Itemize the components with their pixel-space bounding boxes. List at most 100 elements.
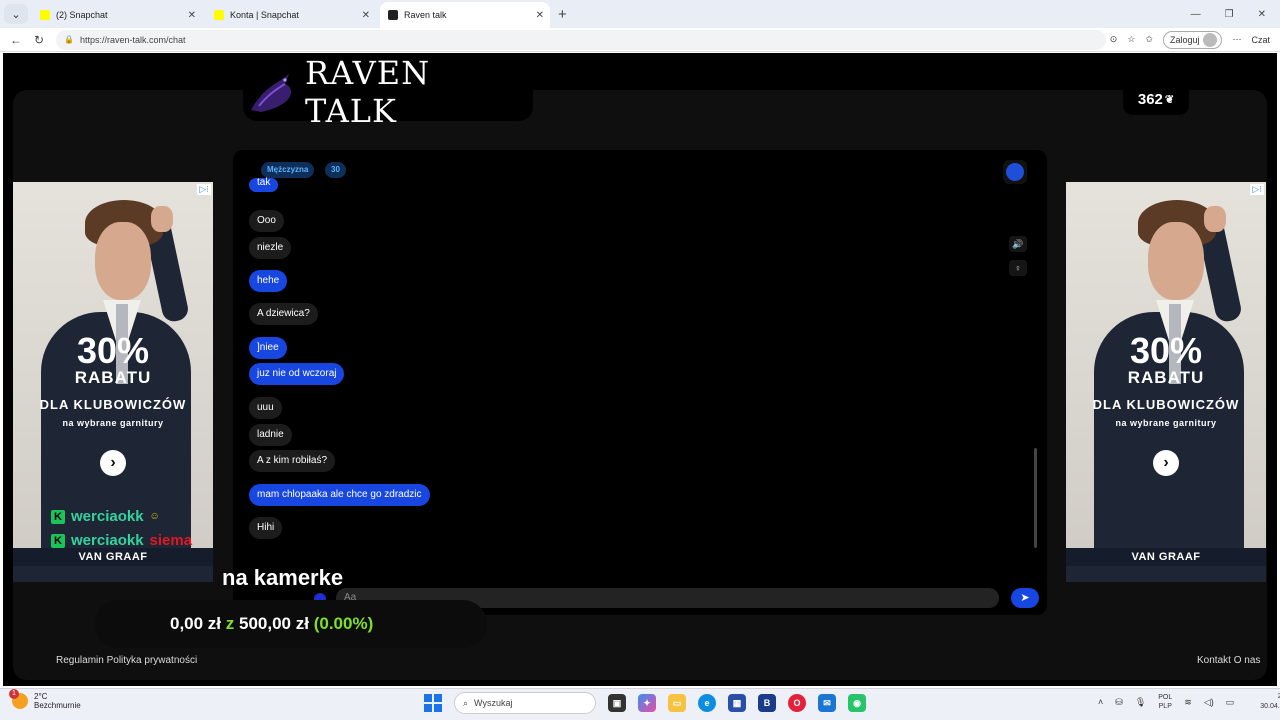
ad-model-face xyxy=(1148,222,1204,300)
close-tab-icon[interactable]: ✕ xyxy=(362,10,370,21)
close-tab-icon[interactable]: ✕ xyxy=(536,10,544,21)
browser-tab-strip: ⌄ (2) Snapchat ✕ Konta | Snapchat ✕ Rave… xyxy=(0,0,1280,28)
online-counter: 362 ❦ xyxy=(1123,83,1189,115)
ad-wybrane: na wybrane garnitury xyxy=(62,418,164,428)
copilot-button[interactable]: Czat xyxy=(1251,35,1270,45)
message-bubble: ]niee xyxy=(249,337,287,359)
reader-icon[interactable]: ⊙ xyxy=(1110,34,1118,45)
more-icon[interactable]: ⋯ xyxy=(1232,34,1241,45)
ad-klub: DLA KLUBOWICZÓW xyxy=(39,397,187,412)
taskbar-search[interactable]: ⌕ Wyszukaj xyxy=(454,692,596,714)
footer-link-privacy[interactable]: Polityka prywatności xyxy=(107,655,198,666)
app-b-icon[interactable]: B xyxy=(758,694,776,712)
weather-desc: Bezchmurnie xyxy=(34,701,81,710)
donation-alert: K werciaokk siema xyxy=(51,532,192,549)
maximize-icon[interactable]: ❐ xyxy=(1225,9,1234,20)
star-icon[interactable]: ☆ xyxy=(1127,34,1135,45)
send-button[interactable]: ➤ xyxy=(1011,588,1039,608)
footer-link-kontakt[interactable]: Kontakt xyxy=(1197,655,1231,666)
file-explorer-icon[interactable]: ▭ xyxy=(668,694,686,712)
raven-icon xyxy=(388,10,398,20)
message-bubble: niezle xyxy=(249,237,292,259)
close-window-icon[interactable]: ✕ xyxy=(1258,9,1266,20)
language-indicator[interactable]: POL PLP xyxy=(1158,693,1172,711)
snapchat-icon xyxy=(214,10,224,20)
gender-tag: Mężczyzna xyxy=(261,162,315,178)
favorites-icon[interactable]: ✩ xyxy=(1145,34,1153,45)
clock-date: 30.04.2026 xyxy=(1260,703,1280,710)
clock[interactable]: 22:33 30.04.2026 xyxy=(1260,692,1280,712)
tab-list-button[interactable]: ⌄ xyxy=(4,4,28,24)
ad-model-face xyxy=(95,222,151,300)
ad-banner-right[interactable]: 30% RABATU DLA KLUBOWICZÓW na wybrane ga… xyxy=(1066,182,1266,582)
status-indicator[interactable] xyxy=(1003,160,1027,184)
message-bubble: Hihi xyxy=(249,517,283,539)
system-tray: ˄ ⛁ 🎙 POL PLP ≋ ◁) ▭ 22:33 30.04.2026 xyxy=(1098,692,1280,712)
window-controls: — ❐ ✕ xyxy=(1191,9,1266,20)
volume-icon[interactable]: ◁) xyxy=(1204,697,1214,708)
lang-primary: POL xyxy=(1158,694,1173,701)
footer-left: Regulamin Polityka prywatności xyxy=(56,655,197,666)
sign-in-button[interactable]: Zaloguj xyxy=(1162,30,1223,49)
donation-goal: 0,00 zł z 500,00 zł (0.00%) xyxy=(170,614,373,634)
footer-link-onas[interactable]: O nas xyxy=(1234,655,1261,666)
copilot-icon[interactable]: ✦ xyxy=(638,694,656,712)
windows-start-icon[interactable] xyxy=(424,694,442,712)
avatar xyxy=(1203,32,1218,47)
opera-icon[interactable]: O xyxy=(788,694,806,712)
battery-icon[interactable]: ▭ xyxy=(1226,697,1235,708)
tab-label: Konta | Snapchat xyxy=(230,10,299,20)
ad-band-bottom xyxy=(1066,566,1266,582)
ad-percent: 30% xyxy=(1129,330,1203,371)
goal-total: 500,00 zł xyxy=(239,614,309,633)
raven-icon xyxy=(250,74,292,112)
speaker-icon[interactable]: 🔊 xyxy=(1009,236,1027,252)
chevron-up-icon[interactable]: ˄ xyxy=(1098,697,1103,707)
adchoices-icon[interactable]: ▷⁝ xyxy=(1250,184,1264,195)
adchoices-icon[interactable]: ▷⁝ xyxy=(197,184,211,195)
browser-tab-active[interactable]: Raven talk ✕ xyxy=(380,2,550,28)
edge-icon[interactable]: e xyxy=(698,694,716,712)
back-icon[interactable]: ← xyxy=(9,33,23,47)
notification-badge: 1 xyxy=(9,689,19,699)
message-bubble: mam chlopaaka ale chce go zdradzic xyxy=(249,484,430,506)
copilot-label: Czat xyxy=(1251,34,1270,45)
ad-rabatu: RABATU xyxy=(74,368,152,387)
clock-time: 22:33 xyxy=(1277,693,1280,700)
chat-scrollbar[interactable] xyxy=(1034,448,1037,548)
microphone-icon[interactable]: 🎙 xyxy=(1135,697,1146,708)
message-bubble: juz nie od wczoraj xyxy=(249,363,345,385)
weather-widget[interactable]: 1 2°C Bezchmurnie xyxy=(9,689,81,710)
donation-alert: K werciaokk ☺ xyxy=(51,508,160,525)
message-bubble: ladnie xyxy=(249,424,292,446)
message-bubble: uuu xyxy=(249,397,282,419)
browser-tab[interactable]: Konta | Snapchat ✕ xyxy=(206,2,376,28)
browser-tab[interactable]: (2) Snapchat ✕ xyxy=(32,2,202,28)
new-tab-icon[interactable]: + xyxy=(558,6,567,23)
ad-arrow-icon[interactable]: › xyxy=(1153,450,1179,476)
lang-layout: PLP xyxy=(1158,703,1172,710)
goal-separator: z xyxy=(225,614,235,633)
url-field[interactable]: 🔒 https://raven-talk.com/chat xyxy=(56,29,1106,50)
close-tab-icon[interactable]: ✕ xyxy=(188,10,196,21)
search-icon: ⌕ xyxy=(463,697,469,708)
outlook-icon[interactable]: ✉ xyxy=(818,694,836,712)
taskbar-apps: ⌕ Wyszukaj ▣ ✦ ▭ e ▦ B O ✉ ◉ xyxy=(424,692,866,714)
network-app-icon[interactable]: ⛁ xyxy=(1115,697,1123,708)
android-app-icon[interactable]: ◉ xyxy=(848,694,866,712)
store-icon[interactable]: ▦ xyxy=(728,694,746,712)
wifi-icon[interactable]: ≋ xyxy=(1184,697,1192,708)
female-icon[interactable]: ♀ xyxy=(1009,260,1027,276)
donor-name: werciaokk xyxy=(71,532,144,549)
kick-icon: K xyxy=(51,533,65,548)
footer-link-regulamin[interactable]: Regulamin xyxy=(56,655,104,666)
message-bubble: tak xyxy=(249,178,279,192)
footer-right: Kontakt O nas xyxy=(1197,655,1260,666)
site-logo[interactable]: RAVEN TALK xyxy=(243,54,533,130)
ad-arrow-icon[interactable]: › xyxy=(100,450,126,476)
reload-icon[interactable]: ↻ xyxy=(32,33,46,47)
minimize-icon[interactable]: — xyxy=(1191,9,1201,20)
task-view-icon[interactable]: ▣ xyxy=(608,694,626,712)
kick-icon: K xyxy=(51,509,65,524)
message-bubble: A z kim robiłaś? xyxy=(249,450,336,472)
